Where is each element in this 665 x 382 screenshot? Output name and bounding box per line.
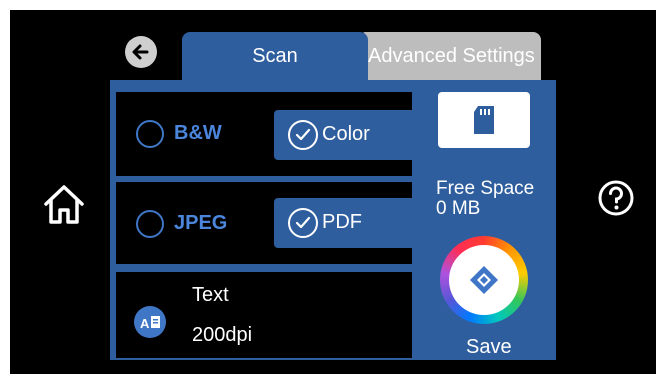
- check-icon: [288, 120, 318, 150]
- memory-card-icon: [474, 106, 494, 134]
- back-button[interactable]: [125, 36, 157, 68]
- help-button[interactable]: [596, 178, 636, 218]
- home-button[interactable]: [40, 182, 88, 226]
- free-space-value: 0 MB: [436, 198, 481, 219]
- color-option-label: Color: [322, 123, 370, 145]
- tab-advanced-settings[interactable]: Advanced Settings: [358, 32, 541, 80]
- tab-scan[interactable]: Scan: [182, 32, 368, 80]
- scan-type-text: Text: [192, 284, 229, 306]
- save-button[interactable]: [440, 236, 528, 324]
- memory-card-button[interactable]: [438, 92, 530, 148]
- scan-type-row[interactable]: A Text 200dpi: [116, 272, 412, 358]
- jpeg-radio[interactable]: [136, 210, 164, 238]
- help-icon: [598, 180, 634, 216]
- save-label: Save: [466, 336, 512, 358]
- pdf-option-label: PDF: [322, 211, 362, 233]
- svg-text:A: A: [140, 316, 150, 331]
- save-diamond-icon: [470, 266, 498, 294]
- save-button-face: [449, 245, 519, 315]
- color-mode-row: B&W Color: [116, 92, 416, 176]
- jpeg-label[interactable]: JPEG: [174, 212, 227, 235]
- text-scan-icon: A: [134, 306, 166, 338]
- back-arrow-icon: [132, 44, 149, 60]
- file-format-row: JPEG PDF: [116, 182, 416, 264]
- pdf-option-button[interactable]: PDF: [274, 198, 416, 248]
- bw-radio[interactable]: [136, 120, 164, 148]
- free-space-label: Free Space: [436, 178, 535, 199]
- home-icon: [44, 185, 84, 224]
- check-icon: [288, 208, 318, 238]
- bw-label[interactable]: B&W: [174, 122, 222, 145]
- color-option-button[interactable]: Color: [274, 110, 416, 160]
- scan-resolution-text: 200dpi: [192, 324, 253, 346]
